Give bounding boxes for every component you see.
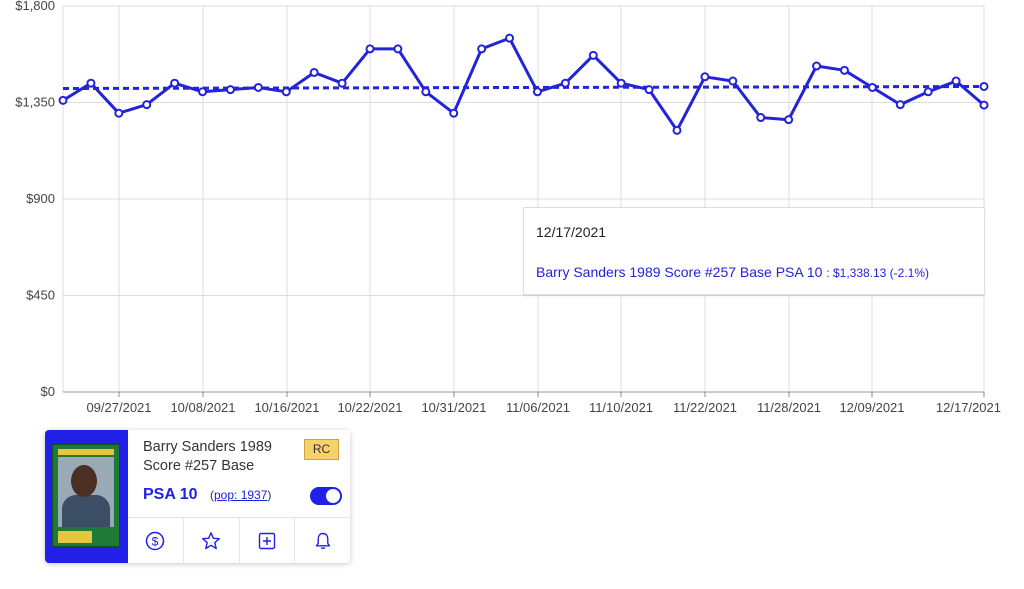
data-point (951, 76, 961, 86)
data-point (449, 108, 459, 118)
data-point (170, 78, 180, 88)
data-point (895, 100, 905, 110)
data-point (616, 78, 626, 88)
card-widget[interactable]: Barry Sanders 1989 Score #257 Base RC PS… (45, 430, 350, 563)
data-point (867, 82, 877, 92)
data-point (421, 87, 431, 97)
data-point (309, 67, 319, 77)
data-point (198, 87, 208, 97)
data-point (644, 85, 654, 95)
x-tick-label: 11/28/2021 (757, 400, 821, 415)
tooltip-date: 12/17/2021 (536, 224, 607, 240)
card-actions: $ (128, 517, 350, 563)
average-line-end-point (979, 81, 989, 91)
tooltip-value: : $1,338.13 (-2.1%) (826, 266, 930, 280)
tooltip-series-label: Barry Sanders 1989 Score #257 Base PSA 1… (536, 264, 823, 280)
population: (pop: 1937) (210, 488, 272, 502)
add-box-icon (258, 532, 276, 550)
y-tick-label: $1,350 (15, 95, 55, 110)
x-axis: 09/27/2021 10/08/2021 10/16/2021 10/22/2021… (86, 392, 1001, 415)
card-title[interactable]: Barry Sanders 1989 Score #257 Base (143, 438, 293, 476)
x-tick-label: 11/10/2021 (589, 400, 653, 415)
card-grade: PSA 10 (143, 486, 198, 503)
x-tick-label: 10/22/2021 (337, 400, 402, 415)
svg-text:$: $ (152, 535, 159, 549)
data-point (588, 50, 598, 60)
data-point (979, 100, 989, 110)
card-image-strip (45, 430, 128, 563)
data-point (532, 87, 542, 97)
series-line (62, 36, 985, 132)
data-point (86, 78, 96, 88)
data-point (505, 33, 515, 43)
x-tick-label: 11/06/2021 (506, 400, 570, 415)
data-point (142, 100, 152, 110)
x-tick-label: 12/09/2021 (839, 400, 904, 415)
data-point (672, 125, 682, 135)
data-point (281, 87, 291, 97)
card-thumbnail[interactable] (52, 444, 120, 547)
data-point (253, 82, 263, 92)
x-tick-label: 12/17/2021 (936, 400, 1001, 415)
bell-icon (315, 532, 330, 550)
population-link[interactable]: pop: 1937 (214, 488, 267, 502)
data-point (756, 113, 766, 123)
add-to-collection-button[interactable] (238, 518, 295, 563)
y-axis: $0 $450 $900 $1,350 $1,800 (15, 0, 55, 399)
price-button[interactable]: $ (128, 518, 183, 563)
star-icon (202, 532, 221, 550)
x-tick-label: 09/27/2021 (86, 400, 151, 415)
visibility-toggle[interactable] (310, 487, 342, 505)
favorite-button[interactable] (182, 518, 239, 563)
x-tick-label: 11/22/2021 (673, 400, 737, 415)
x-tick-label: 10/31/2021 (421, 400, 486, 415)
chart-tooltip: 12/17/2021 Barry Sanders 1989 Score #257… (523, 207, 985, 295)
dollar-icon: $ (146, 531, 165, 551)
data-point (784, 115, 794, 125)
data-point (337, 78, 347, 88)
data-point (560, 78, 570, 88)
data-point (839, 65, 849, 75)
y-tick-label: $900 (26, 191, 55, 206)
y-tick-label: $450 (26, 288, 55, 303)
alert-button[interactable] (294, 518, 350, 563)
data-point (365, 44, 375, 54)
data-point (923, 87, 933, 97)
data-point (477, 44, 487, 54)
rookie-badge: RC (304, 439, 339, 460)
x-tick-label: 10/08/2021 (170, 400, 235, 415)
data-point (812, 61, 822, 71)
data-point (225, 85, 235, 95)
data-point (114, 108, 124, 118)
y-tick-label: $1,800 (15, 0, 55, 13)
tooltip-series: Barry Sanders 1989 Score #257 Base PSA 1… (536, 264, 929, 280)
y-tick-label: $0 (41, 384, 55, 399)
data-point (393, 44, 403, 54)
x-tick-label: 10/16/2021 (254, 400, 319, 415)
series-points (58, 33, 989, 135)
data-point (728, 76, 738, 86)
data-point (58, 95, 68, 105)
data-point (700, 72, 710, 82)
